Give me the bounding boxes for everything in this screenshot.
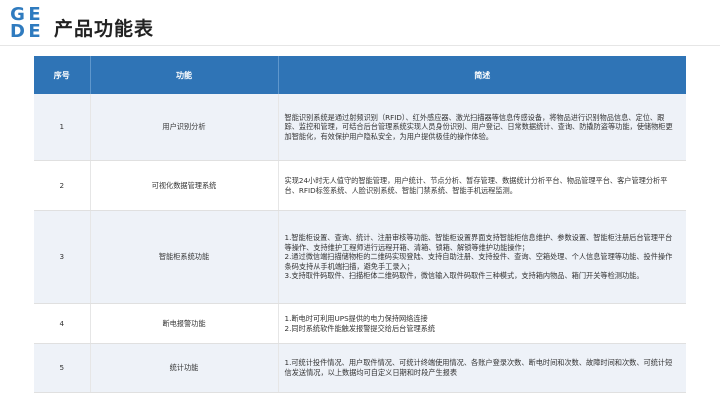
- feature-table: 序号 功能 简述 1 用户识别分析 智能识别系统是通过射频识别（RFID）、红外…: [34, 56, 686, 393]
- row-seq: 5: [34, 343, 91, 393]
- row-function: 智能柜系统功能: [90, 210, 279, 304]
- logo-letter: D: [10, 21, 25, 42]
- table-row: 2 可视化数据管理系统 实现24小时无人值守的智能管理，用户统计、节点分析、暂存…: [34, 160, 686, 211]
- row-seq: 1: [34, 94, 91, 161]
- row-function: 可视化数据管理系统: [90, 160, 279, 211]
- logo: G E D E: [9, 6, 43, 42]
- table-row: 3 智能柜系统功能 1.智能柜设置、查询、统计、注册审核等功能、智能柜设置界面支…: [34, 210, 686, 304]
- table-row: 5 统计功能 1.可统计投件情况、用户取件情况、可统计终端使用情况、各账户登录次…: [34, 343, 686, 393]
- row-seq: 2: [34, 160, 91, 211]
- row-description: 1.可统计投件情况、用户取件情况、可统计终端使用情况、各账户登录次数、断电时间和…: [278, 343, 686, 393]
- page-title: 产品功能表: [54, 18, 155, 40]
- table-row: 1 用户识别分析 智能识别系统是通过射频识别（RFID）、红外感应器、激光扫描器…: [34, 94, 686, 161]
- row-description: 实现24小时无人值守的智能管理，用户统计、节点分析、暂存管理、数据统计分析平台、…: [278, 160, 686, 211]
- row-seq: 3: [34, 210, 91, 304]
- table-row: 4 断电报警功能 1.断电时可利用UPS提供的电力保持网络连接 2.同时系统软件…: [34, 303, 686, 344]
- row-description: 1.智能柜设置、查询、统计、注册审核等功能、智能柜设置界面支持智能柜信息维护、参…: [278, 210, 686, 304]
- title-divider: [0, 45, 720, 46]
- table-header-row: 序号 功能 简述: [34, 56, 686, 94]
- header-description: 简述: [278, 56, 686, 94]
- row-description: 1.断电时可利用UPS提供的电力保持网络连接 2.同时系统软件能触发报警提交给后…: [278, 303, 686, 344]
- row-function: 用户识别分析: [90, 94, 279, 161]
- row-seq: 4: [34, 303, 91, 344]
- row-function: 断电报警功能: [90, 303, 279, 344]
- header-seq: 序号: [34, 56, 91, 94]
- row-description: 智能识别系统是通过射频识别（RFID）、红外感应器、激光扫描器等信息传感设备，将…: [278, 94, 686, 161]
- row-function: 统计功能: [90, 343, 279, 393]
- logo-letter: E: [28, 21, 41, 42]
- header-function: 功能: [90, 56, 279, 94]
